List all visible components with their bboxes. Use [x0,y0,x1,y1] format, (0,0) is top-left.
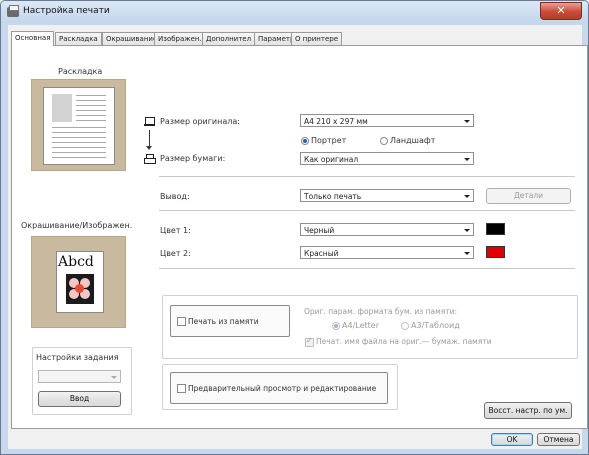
job-settings-label: Настройки задания [36,353,119,362]
ok-button[interactable]: OK [491,433,533,446]
color1-label: Цвет 1: [160,226,191,235]
text-line [76,95,106,96]
original-size-select[interactable]: A4 210 x 297 мм [300,114,474,127]
flower-center [75,284,84,293]
print-settings-window: Настройка печати ✕ Основная Раскладка Ок… [0,0,589,455]
tab-coloring[interactable]: Окрашивание [102,32,162,45]
preview-edit-label: Предварительный просмотр и редактировани… [188,384,377,393]
printer-body-shape [144,158,156,164]
a4-letter-radio[interactable] [332,322,340,330]
printer-icon [7,5,19,17]
chevron-down-icon [464,120,470,123]
text-line [52,147,106,148]
cancel-button[interactable]: Отмена [537,433,580,446]
color2-select[interactable]: Красный [300,246,474,259]
a3-tabloid-label: A3/Таблоид [411,321,460,330]
main-tab-panel: Раскладка Окрашивание/Изображен. Abcd На… [11,45,588,429]
color1-select[interactable]: Черный [300,223,474,236]
chevron-down-icon [464,195,470,198]
coloring-page-thumbnail: Abcd [56,251,104,313]
color2-label: Цвет 2: [160,249,191,258]
tab-additional[interactable]: Дополнител [202,32,256,45]
print-filename-label: Печат. имя файла на ориг.— бумаж. памяти [316,337,492,346]
portrait-radio[interactable] [301,137,309,145]
preview-edit-toggle[interactable]: Предварительный просмотр и редактировани… [170,372,388,404]
memory-print-label: Печать из памяти [188,317,259,326]
text-line [52,127,106,128]
color1-value: Черный [304,226,335,235]
restore-defaults-button[interactable]: Восст. настр. по ум. [484,402,572,419]
text-line [76,100,106,101]
text-line [52,132,106,133]
original-size-icon [144,117,155,126]
landscape-radio[interactable] [380,137,388,145]
layout-preview [31,79,126,171]
coloring-preview: Abcd [31,236,126,328]
paper-size-select[interactable]: Как оригинал [300,152,474,165]
color2-swatch [486,246,505,258]
text-line [76,110,106,111]
preview-edit-checkbox[interactable] [177,384,186,393]
dialog-client: Основная Раскладка Окрашивание Изображен… [8,25,588,449]
color1-swatch [486,223,505,235]
memory-print-toggle[interactable]: Печать из памяти [170,305,290,337]
color2-fill [487,247,504,257]
color2-value: Красный [304,249,339,258]
monitor-base [144,124,155,126]
text-line [76,115,106,116]
portrait-label: Портрет [311,136,347,145]
landscape-label: Ландшафт [390,136,436,145]
paper-size-icon [144,154,156,164]
output-value: Только печать [304,192,362,201]
window-title: Настройка печати [23,6,110,16]
text-line [52,157,106,158]
tab-main[interactable]: Основная [11,31,55,46]
a3-tabloid-radio[interactable] [401,322,409,330]
tab-about-printer[interactable]: О принтере [291,32,343,45]
image-placeholder [52,94,72,122]
layout-preview-title: Раскладка [58,67,103,76]
details-button[interactable]: Детали [486,188,571,204]
print-filename-checkbox[interactable] [305,336,314,347]
output-label: Вывод: [160,192,190,201]
paper-size-label: Размер бумаги: [160,154,226,163]
page-thumbnail [43,87,115,165]
orig-param-label: Ориг. парам. формата бум. из памяти: [304,307,458,316]
original-size-value: A4 210 x 297 мм [304,117,368,126]
separator [159,176,575,177]
tab-layout[interactable]: Раскладка [55,32,102,45]
title-bar: Настройка печати ✕ [1,1,588,23]
text-line [52,137,106,138]
enter-button[interactable]: Ввод [38,391,121,407]
chevron-down-icon [111,376,117,379]
color1-fill [487,224,504,234]
text-line [76,105,106,106]
preview-sample-text: Abcd [58,254,94,270]
original-size-label: Размер оригинала: [160,117,240,126]
tab-image[interactable]: Изображен. [154,32,206,45]
separator [159,210,575,211]
chevron-down-icon [464,229,470,232]
separator [159,268,575,269]
close-button[interactable]: ✕ [540,2,582,20]
chevron-down-icon [464,252,470,255]
text-line [52,152,106,153]
job-settings-select[interactable] [38,370,121,383]
chevron-down-icon [464,158,470,161]
paper-size-value: Как оригинал [304,155,359,164]
arrow-head-icon [146,146,152,150]
flower-image [66,274,94,304]
text-line [52,142,106,143]
coloring-preview-title: Окрашивание/Изображен. [21,221,133,230]
a4-letter-label: A4/Letter [342,321,379,330]
text-line [76,120,106,121]
output-select[interactable]: Только печать [300,189,474,202]
preview-sample-text-value: Abcd [58,254,94,270]
memory-print-checkbox[interactable] [177,317,186,326]
